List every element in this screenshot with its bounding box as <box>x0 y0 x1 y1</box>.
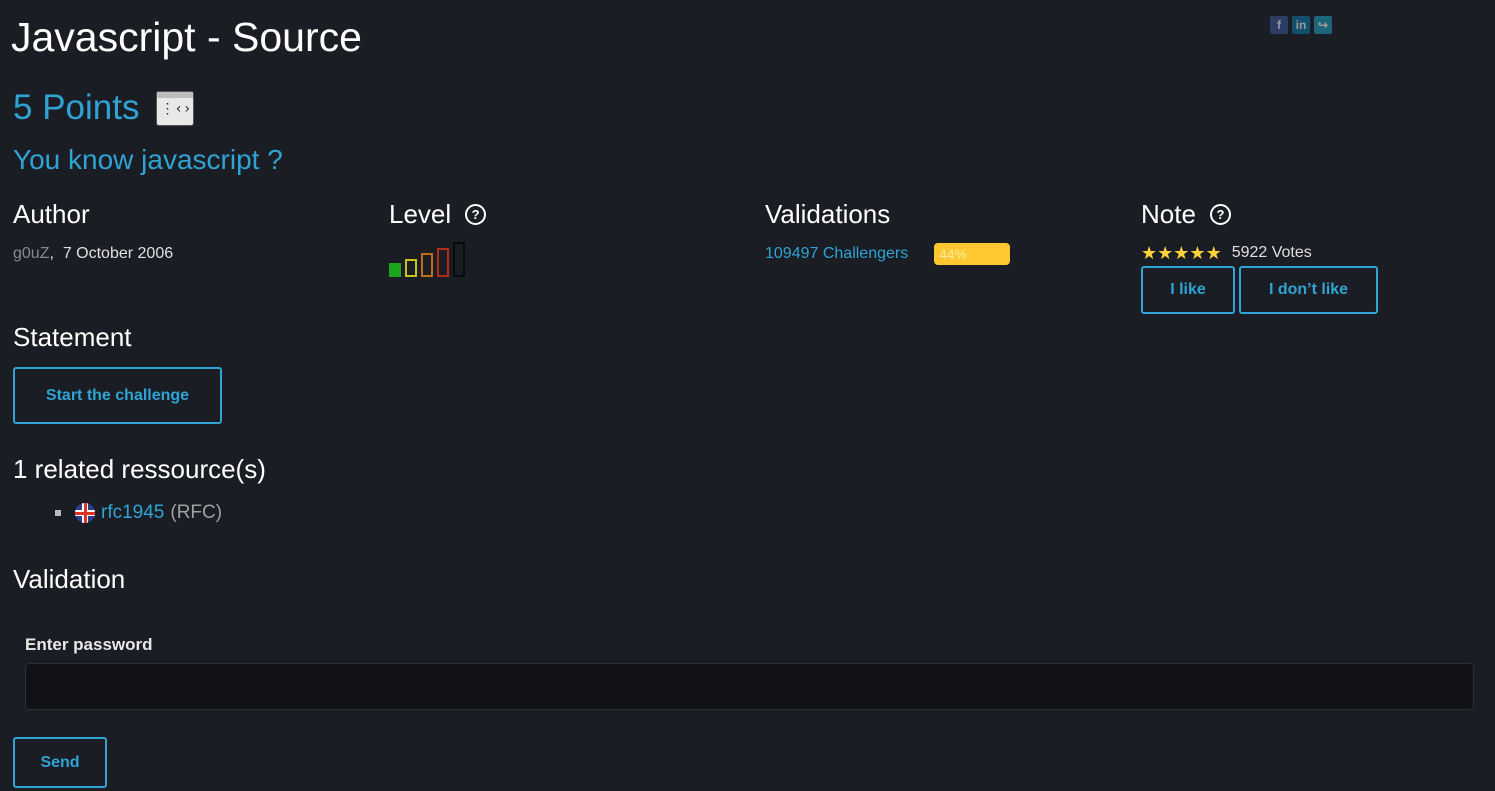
start-challenge-button[interactable]: Start the challenge <box>13 367 222 424</box>
level-bar-2 <box>405 259 417 277</box>
list-item: rfc1945 (RFC) <box>55 502 222 524</box>
note-heading: Note ? <box>1141 199 1231 230</box>
level-bar-5 <box>453 242 465 277</box>
star-icon: ★ <box>1205 243 1222 263</box>
author-separator: , <box>49 245 54 262</box>
linkedin-glyph: in <box>1295 18 1307 32</box>
votes-count: 5922 Votes <box>1231 244 1312 261</box>
author-heading-label: Author <box>13 199 90 229</box>
validations-heading: Validations <box>765 199 890 230</box>
resource-type: (RFC) <box>170 502 223 523</box>
password-input[interactable] <box>25 663 1474 710</box>
send-button[interactable]: Send <box>13 737 107 788</box>
level-bar-4 <box>437 248 449 277</box>
publish-date: 7 October 2006 <box>62 245 174 262</box>
bullet <box>55 510 61 516</box>
page-title: Javascript - Source <box>11 14 362 60</box>
share-icon[interactable]: ↪ <box>1314 16 1332 34</box>
facebook-icon[interactable]: f <box>1270 16 1288 34</box>
help-icon[interactable]: ? <box>1209 204 1231 225</box>
share-glyph: ↪ <box>1317 18 1329 32</box>
facebook-glyph: f <box>1277 18 1281 32</box>
linkedin-icon[interactable]: in <box>1292 16 1310 34</box>
validation-heading: Validation <box>13 564 126 594</box>
author-link[interactable]: g0uZ <box>13 245 49 262</box>
resource-link[interactable]: rfc1945 <box>101 502 164 524</box>
statement-heading: Statement <box>13 322 132 352</box>
challengers-link[interactable]: 109497 Challengers <box>765 245 908 263</box>
difficulty-level-indicator <box>389 242 465 277</box>
validations-heading-label: Validations <box>765 199 891 229</box>
author-info: g0uZ, 7 October 2006 <box>13 245 173 263</box>
social-share-bar: f in ↪ <box>1270 16 1332 34</box>
points-value: 5 Points <box>13 88 140 127</box>
validation-percent-badge: 44% <box>934 243 1010 265</box>
star-icon: ★ <box>1141 243 1158 263</box>
star-icon: ★ <box>1157 243 1174 263</box>
dislike-button[interactable]: I don’t like <box>1239 266 1378 314</box>
star-icon: ★ <box>1173 243 1190 263</box>
level-heading: Level ? <box>389 199 487 230</box>
like-button[interactable]: I like <box>1141 266 1235 314</box>
author-heading: Author <box>13 199 90 230</box>
password-label: Enter password <box>25 635 153 654</box>
uk-flag-icon <box>75 503 95 523</box>
level-bar-1 <box>389 263 401 277</box>
challenge-subtitle: You know javascript ? <box>13 144 283 175</box>
source-code-window-icon: ⋮‹› <box>156 90 195 126</box>
level-bar-3 <box>421 253 433 277</box>
note-heading-label: Note <box>1141 199 1196 229</box>
rating: ★ ★ ★ ★ ★ 5922 Votes <box>1141 244 1312 262</box>
level-heading-label: Level <box>389 199 452 229</box>
help-icon[interactable]: ? <box>465 204 487 225</box>
points-row: 5 Points ⋮‹› <box>13 88 195 128</box>
star-icon: ★ <box>1189 243 1206 263</box>
resources-heading: 1 related ressource(s) <box>13 454 266 484</box>
